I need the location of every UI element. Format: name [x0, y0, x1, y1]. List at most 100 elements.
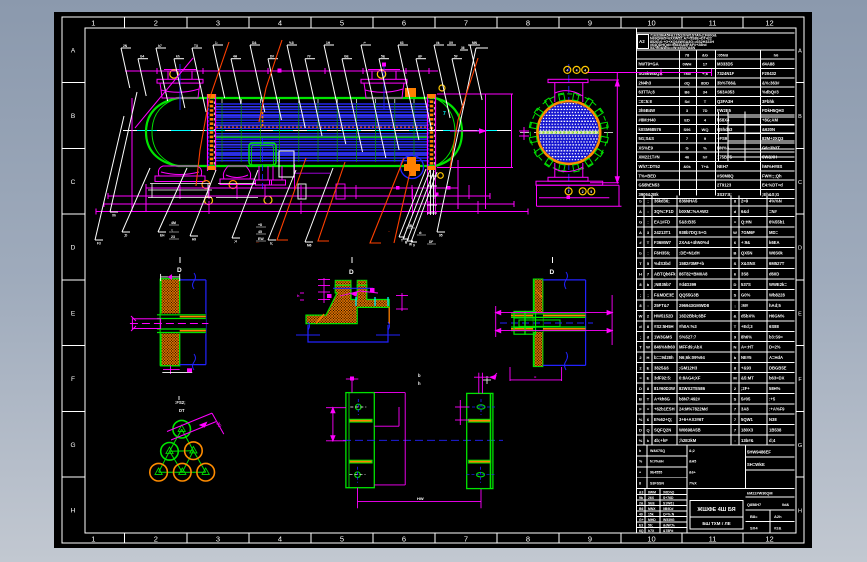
svg-text:MN: MN [472, 41, 478, 45]
svg-text:296943GMWD8: 296943GMWD8 [679, 303, 710, 308]
svg-text:Xh: Xh [112, 214, 116, 218]
svg-text:h: h [639, 449, 641, 453]
svg-text:XM221T#N: XM221T#N [639, 155, 660, 160]
svg-text:E3: E3 [639, 524, 643, 528]
svg-text:;GM12H3: ;GM12H3 [679, 365, 698, 370]
svg-text:56;: 56; [648, 524, 653, 528]
svg-text:Q5hd53: Q5hd53 [717, 127, 733, 132]
svg-text:0B9D#: 0B9D# [663, 507, 674, 511]
svg-text::;: :; [171, 228, 173, 232]
svg-text:H9: H9 [192, 238, 196, 242]
svg-text:5HW9486EF: 5HW9486EF [747, 450, 771, 455]
svg-text:6M527T: 6M527T [769, 261, 785, 266]
svg-text:2&: 2& [639, 502, 644, 506]
svg-text:G: G [639, 219, 642, 224]
svg-text:EA1#FD: EA1#FD [654, 219, 670, 224]
svg-text:S96: S96 [683, 127, 691, 132]
svg-text::M#: :M# [741, 303, 749, 308]
svg-text:d4A88: d4A88 [762, 62, 775, 67]
svg-text:3Q%=F1D: 3Q%=F1D [654, 209, 674, 214]
svg-text:6&d: 6&d [741, 209, 749, 214]
svg-text:W: W [733, 230, 737, 235]
svg-text:GE: GE [344, 55, 349, 59]
svg-text:kh: kh [176, 55, 180, 59]
svg-text:F&MDE3E: F&MDE3E [654, 292, 674, 297]
svg-text:0:8AG4;XF: 0:8AG4;XF [679, 376, 701, 381]
svg-text:W: W [646, 345, 650, 350]
svg-text:6%55b1: 6%55b1 [769, 219, 785, 224]
svg-text:49: 49 [639, 513, 643, 517]
svg-text:F36MW7: F36MW7 [654, 240, 672, 245]
svg-text:D=2%: D=2% [769, 345, 781, 350]
svg-text:k6EA: k6EA [769, 240, 779, 245]
svg-text:Q3FA3H: Q3FA3H [717, 99, 733, 104]
svg-text:D: D [798, 246, 802, 252]
svg-text:180X3: 180X3 [741, 427, 754, 432]
svg-text:4H: 4H [233, 55, 238, 59]
svg-text:24:M%7822Md: 24:M%7822Md [679, 407, 708, 412]
svg-text:QQ55G3B: QQ55G3B [679, 292, 699, 297]
svg-text::05hB: :05hB [717, 53, 728, 58]
svg-text::: : [647, 209, 648, 214]
svg-text:D#: D# [270, 55, 274, 59]
svg-text:X6DhQ: X6DhQ [663, 491, 675, 495]
svg-text:D: D [639, 386, 642, 391]
svg-text:E: E [798, 311, 802, 317]
svg-text:h: h [418, 381, 421, 386]
svg-text:0WH: 0WH [683, 62, 692, 67]
svg-text:1B538: 1B538 [769, 427, 782, 432]
svg-text:HW5152D: HW5152D [654, 313, 673, 318]
svg-text:F6H356;: F6H356; [654, 251, 670, 256]
svg-text:ED: ED [684, 117, 690, 122]
svg-text:MD=: MD= [769, 230, 779, 235]
svg-text:H6GN%: H6GN% [769, 313, 785, 318]
svg-text:4M: 4M [171, 221, 176, 225]
svg-text:81#60D3W: 81#60D3W [654, 386, 675, 391]
svg-text:C: C [798, 180, 802, 186]
svg-text:DBGB5E: DBGB5E [769, 365, 787, 370]
svg-text:3S37:8:: 3S37:8: [717, 192, 732, 197]
svg-text:E%62+Q;: E%62+Q; [654, 417, 672, 422]
svg-text:26X: 26X [648, 496, 655, 500]
svg-text:4: 4 [566, 69, 568, 73]
svg-text:0d&: 0d& [782, 503, 789, 507]
svg-text:S%527:7: S%527:7 [679, 334, 697, 339]
svg-text:1: 1 [91, 535, 95, 544]
svg-text:FWH:;;Qh: FWH:;;Qh [762, 173, 782, 178]
svg-text:78: 78 [685, 53, 690, 58]
svg-text:1H: 1H [326, 41, 331, 45]
svg-text:B: B [639, 396, 642, 401]
svg-text:T%=BED: T%=BED [639, 173, 657, 178]
svg-text:hWT9+GA: hWT9+GA [639, 62, 659, 67]
svg-text:86T82+BM0A8: 86T82+BM0A8 [679, 272, 708, 277]
svg-text:BN%3: BN%3 [717, 145, 730, 150]
svg-text:8: 8 [526, 19, 530, 28]
svg-text:W6S0k: W6S0k [769, 251, 783, 256]
svg-text:F3: F3 [97, 242, 101, 246]
svg-text:B8=: B8= [750, 514, 758, 519]
svg-text:A: A [798, 48, 802, 54]
svg-text:G+: G+ [639, 518, 644, 522]
svg-text:6Q: 6Q [639, 529, 644, 533]
svg-text:БШ TХМ г ЛЕ: БШ TХМ г ЛЕ [702, 521, 730, 526]
svg-text:S1W61: S1W61 [663, 502, 674, 506]
svg-text:b==9d28h: b==9d28h [654, 355, 674, 360]
svg-text:SH=Wk8:: SH=Wk8: [747, 462, 765, 467]
svg-text:5G;S&S: 5G;S&S [639, 136, 655, 141]
svg-text:7: 7 [568, 190, 570, 194]
svg-text:3Fbhk: 3Fbhk [762, 99, 775, 104]
svg-text:#8M:H40: #8M:H40 [639, 117, 657, 122]
svg-text:b: b [418, 373, 421, 378]
svg-text:+FS9: +FS9 [717, 136, 728, 141]
svg-text:#h0A:%3: #h0A:%3 [679, 324, 697, 329]
svg-text:H: H [647, 355, 650, 360]
svg-text:A=HdA: A=HdA [769, 355, 783, 360]
svg-text:Q:HN: Q:HN [741, 219, 752, 224]
svg-text:95: 95 [439, 234, 443, 238]
svg-text:A2h: A2h [774, 514, 782, 519]
svg-text:11: 11 [709, 19, 717, 28]
svg-text:&;2: &;2 [689, 449, 695, 453]
svg-text:&6+: &6+ [689, 471, 696, 475]
svg-text:8: 8 [526, 535, 530, 544]
svg-text:E: E [647, 365, 650, 370]
